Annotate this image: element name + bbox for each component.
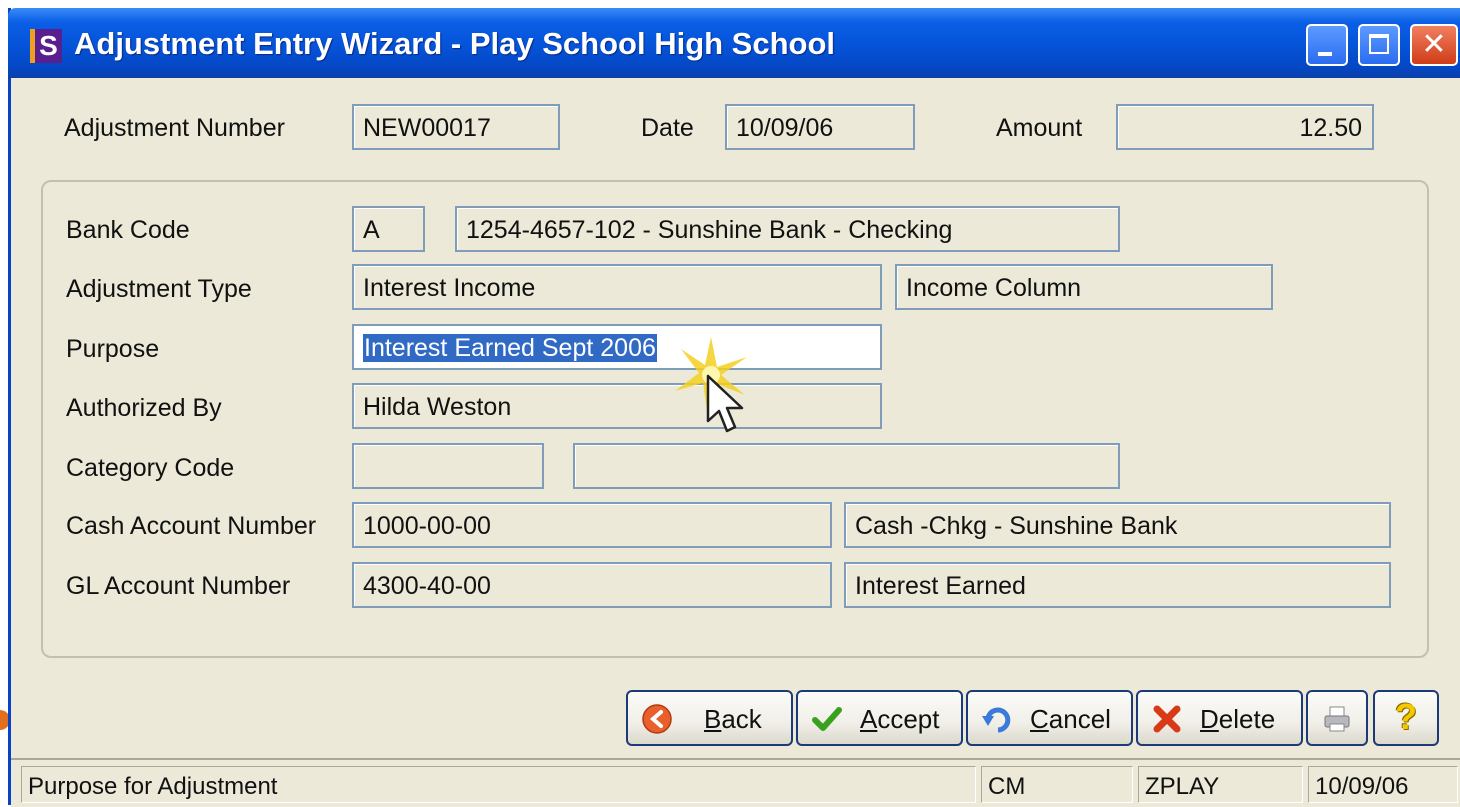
print-button[interactable]: [1306, 690, 1368, 746]
accept-hotkey: A: [860, 704, 878, 734]
adjustment-number-label: Adjustment Number: [64, 114, 285, 142]
category-description-field: [573, 443, 1120, 489]
cash-account-label: Cash Account Number: [66, 512, 317, 540]
adjustment-column-field: Income Column: [895, 264, 1273, 310]
help-icon: ?: [1395, 696, 1417, 737]
gl-account-label: GL Account Number: [66, 572, 291, 600]
adjustment-wizard-window: S Adjustment Entry Wizard - Play School …: [8, 8, 1460, 807]
bank-description-field: 1254-4657-102 - Sunshine Bank - Checking: [455, 206, 1120, 252]
minimize-icon[interactable]: [1306, 24, 1348, 66]
purpose-label: Purpose: [66, 335, 160, 363]
delete-button[interactable]: Delete: [1136, 690, 1303, 746]
status-message: Purpose for Adjustment: [21, 766, 976, 803]
delete-hotkey: D: [1200, 704, 1219, 734]
back-label: ack: [721, 704, 762, 734]
undo-icon: [982, 707, 1011, 733]
mouse-pointer-icon: [706, 374, 744, 433]
status-date: 10/09/06: [1308, 766, 1458, 803]
cancel-button[interactable]: Cancel: [966, 690, 1133, 746]
delete-x-icon: [1153, 705, 1181, 733]
back-button[interactable]: Back: [626, 690, 793, 746]
gl-account-description-field: Interest Earned: [844, 562, 1391, 608]
bank-code-label: Bank Code: [66, 216, 190, 244]
date-field[interactable]: 10/09/06: [725, 104, 915, 150]
checkmark-icon: [812, 707, 842, 731]
help-button[interactable]: ?: [1373, 690, 1439, 746]
gl-account-field[interactable]: 4300-40-00: [352, 562, 832, 608]
maximize-icon[interactable]: [1358, 24, 1400, 66]
status-bar: Purpose for Adjustment CM ZPLAY 10/09/06: [11, 758, 1460, 807]
status-user: CM: [981, 766, 1133, 803]
cash-account-field[interactable]: 1000-00-00: [352, 502, 832, 548]
adjustment-number-field[interactable]: NEW00017: [352, 104, 560, 150]
date-label: Date: [641, 114, 694, 142]
amount-label: Amount: [996, 114, 1083, 142]
amount-field[interactable]: 12.50: [1116, 104, 1374, 150]
cash-account-description-field: Cash -Chkg - Sunshine Bank: [844, 502, 1391, 548]
authorized-by-field[interactable]: Hilda Weston: [352, 383, 882, 429]
printer-icon: [1324, 706, 1350, 732]
purpose-input[interactable]: Interest Earned Sept 2006: [352, 324, 882, 370]
status-database: ZPLAY: [1138, 766, 1303, 803]
category-code-field[interactable]: [352, 443, 544, 489]
cancel-hotkey: C: [1030, 704, 1049, 734]
category-code-label: Category Code: [66, 454, 235, 482]
accept-button[interactable]: Accept: [796, 690, 963, 746]
authorized-by-label: Authorized By: [66, 394, 222, 422]
bank-code-field[interactable]: A: [352, 206, 425, 252]
adjustment-type-field[interactable]: Interest Income: [352, 264, 882, 310]
purpose-selected-text: Interest Earned Sept 2006: [363, 334, 657, 362]
title-bar[interactable]: S Adjustment Entry Wizard - Play School …: [8, 8, 1460, 78]
adjustment-type-label: Adjustment Type: [66, 275, 252, 303]
app-icon: S: [30, 29, 62, 63]
back-hotkey: B: [704, 704, 722, 734]
cancel-label: ancel: [1048, 704, 1111, 734]
close-icon[interactable]: ✕: [1410, 24, 1458, 66]
back-arrow-icon: [642, 704, 672, 734]
accept-label: ccept: [877, 704, 940, 734]
window-title: Adjustment Entry Wizard - Play School Hi…: [74, 26, 836, 61]
delete-label: elete: [1218, 704, 1276, 734]
